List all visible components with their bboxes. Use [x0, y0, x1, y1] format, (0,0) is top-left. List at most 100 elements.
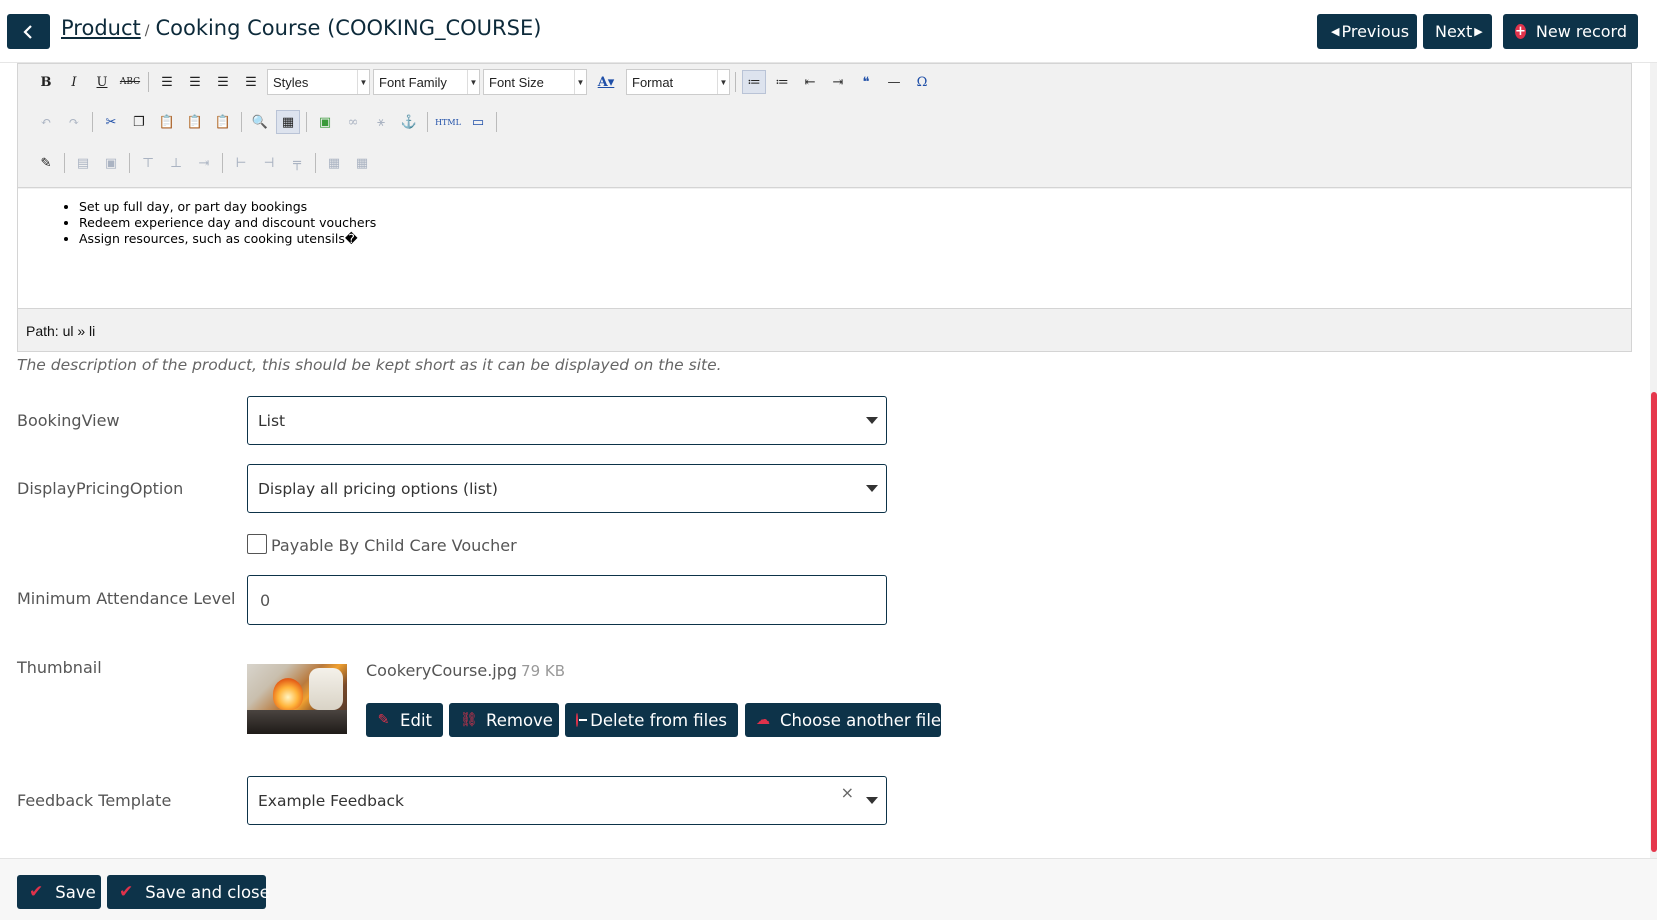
booking-view-select[interactable]: List: [247, 396, 887, 445]
toolbar-divider: [315, 153, 316, 173]
font-size-select[interactable]: Font Size ▼: [483, 69, 587, 95]
edit-thumbnail-button[interactable]: ✎ Edit: [366, 703, 443, 737]
format-select[interactable]: Format ▼: [626, 69, 730, 95]
align-justify-icon[interactable]: ☰: [239, 70, 263, 94]
numbered-list-icon[interactable]: ≔: [770, 70, 794, 94]
save-close-label: Save and close: [145, 882, 270, 902]
booking-view-value: List: [258, 412, 286, 430]
paste-icon[interactable]: 📋: [155, 110, 179, 134]
delete-col-icon[interactable]: ╤: [285, 151, 309, 175]
back-button[interactable]: [7, 14, 50, 49]
underline-icon[interactable]: U: [90, 70, 114, 94]
breadcrumb-product[interactable]: Product: [61, 16, 141, 40]
unlink-icon: ⛓: [460, 712, 478, 728]
display-pricing-select[interactable]: Display all pricing options (list): [247, 464, 887, 513]
font-family-select[interactable]: Font Family ▼: [373, 69, 480, 95]
caret-right-icon: ▶: [1474, 25, 1483, 38]
next-button[interactable]: Next ▶: [1423, 14, 1492, 49]
insert-row-after-icon[interactable]: ⊥: [164, 151, 188, 175]
feedback-template-value: Example Feedback: [258, 792, 404, 810]
child-care-voucher-checkbox[interactable]: [247, 534, 267, 554]
clear-icon[interactable]: ×: [841, 783, 854, 802]
cut-icon[interactable]: ✂: [99, 110, 123, 134]
scrollbar-thumb[interactable]: [1651, 392, 1657, 852]
italic-icon[interactable]: I: [62, 70, 86, 94]
editor-toolbar: B I U ABC ☰ ☰ ☰ ☰ Styles ▼ Font Family ▼ F…: [18, 64, 1631, 188]
split-cells-icon[interactable]: ▦: [322, 151, 346, 175]
editor-content[interactable]: Set up full day, or part day bookings Re…: [18, 189, 1631, 309]
insert-col-before-icon[interactable]: ⊢: [229, 151, 253, 175]
record-title: Cooking Course (COOKING_COURSE): [155, 16, 542, 40]
insert-col-after-icon[interactable]: ⊣: [257, 151, 281, 175]
html-source-icon[interactable]: HTML: [434, 110, 462, 134]
table-icon[interactable]: ▦: [276, 110, 300, 134]
table-cell-props-icon[interactable]: ▣: [99, 151, 123, 175]
fullscreen-icon[interactable]: ▭: [466, 110, 490, 134]
new-record-button[interactable]: + New record: [1503, 14, 1638, 49]
minus-circle-icon: [576, 713, 588, 727]
special-character-icon[interactable]: Ω: [910, 70, 934, 94]
page-header: Product / Cooking Course (COOKING_COURSE) …: [0, 0, 1657, 63]
toolbar-divider: [129, 153, 130, 173]
align-center-icon[interactable]: ☰: [183, 70, 207, 94]
find-replace-icon[interactable]: 🔍: [248, 110, 272, 134]
feedback-template-select[interactable]: Example Feedback ×: [247, 776, 887, 825]
previous-label: Previous: [1341, 22, 1410, 41]
chevron-down-icon: ▼: [574, 70, 586, 94]
strikethrough-icon[interactable]: ABC: [118, 70, 142, 94]
toolbar-divider: [92, 112, 93, 132]
styles-select[interactable]: Styles ▼: [267, 69, 370, 95]
page-title: Product / Cooking Course (COOKING_COURSE): [61, 16, 541, 40]
save-and-close-button[interactable]: ✔ Save and close: [107, 875, 270, 909]
thumbnail-filename: CookeryCourse.jpg 79 KB: [366, 661, 565, 680]
unlink-icon[interactable]: ⚹: [369, 110, 393, 134]
remove-thumbnail-button[interactable]: ⛓ Remove: [449, 703, 559, 737]
outdent-icon[interactable]: ⇤: [798, 70, 822, 94]
insert-row-before-icon[interactable]: ⊤: [136, 151, 160, 175]
blockquote-icon[interactable]: ❝: [854, 70, 878, 94]
edit-properties-icon[interactable]: ✎: [34, 151, 58, 175]
plus-circle-icon: +: [1515, 24, 1526, 39]
paste-text-icon[interactable]: 📋: [183, 110, 207, 134]
list-item: Set up full day, or part day bookings: [79, 199, 376, 215]
chevron-down-icon: [866, 417, 878, 424]
redo-icon[interactable]: ↷: [62, 110, 86, 134]
toolbar-divider: [427, 112, 428, 132]
copy-icon[interactable]: ❐: [127, 110, 151, 134]
delete-row-icon[interactable]: ⇥: [192, 151, 216, 175]
display-pricing-value: Display all pricing options (list): [258, 480, 498, 498]
toolbar-row-1: B I U ABC ☰ ☰ ☰ ☰ Styles ▼ Font Family ▼ F…: [34, 67, 938, 97]
list-item: Redeem experience day and discount vouch…: [79, 215, 376, 231]
list-item: Assign resources, such as cooking utensi…: [79, 231, 376, 247]
image-icon[interactable]: ▣: [313, 110, 337, 134]
save-button[interactable]: ✔ Save: [17, 875, 101, 909]
align-right-icon[interactable]: ☰: [211, 70, 235, 94]
toolbar-divider: [64, 153, 65, 173]
text-color-icon[interactable]: A▾: [590, 70, 622, 94]
previous-button[interactable]: ◀ Previous: [1317, 14, 1417, 49]
horizontal-rule-icon[interactable]: —: [882, 70, 906, 94]
min-attendance-label: Minimum Attendance Level: [17, 589, 236, 608]
min-attendance-input[interactable]: 0: [247, 575, 887, 625]
undo-icon[interactable]: ↶: [34, 110, 58, 134]
editor-path-bar: Path: ul » li: [26, 323, 96, 339]
align-left-icon[interactable]: ☰: [155, 70, 179, 94]
delete-from-files-button[interactable]: Delete from files: [565, 703, 738, 737]
toolbar-row-3: ✎ ▤ ▣ ⊤ ⊥ ⇥ ⊢ ⊣ ╤ ▦ ▦: [34, 148, 378, 178]
merge-cells-icon[interactable]: ▦: [350, 151, 374, 175]
remove-label: Remove: [486, 710, 553, 730]
table-row-props-icon[interactable]: ▤: [71, 151, 95, 175]
indent-icon[interactable]: ⇥: [826, 70, 850, 94]
paste-word-icon[interactable]: 📋: [211, 110, 235, 134]
choose-another-file-button[interactable]: ☁ Choose another file: [745, 703, 941, 737]
check-icon: ✔: [29, 882, 44, 902]
bullet-list-icon[interactable]: ≔: [742, 70, 766, 94]
font-size-label: Font Size: [489, 74, 544, 90]
thumbnail-filesize: 79 KB: [521, 662, 566, 680]
child-care-voucher-label[interactable]: Payable By Child Care Voucher: [271, 536, 517, 555]
chevron-down-icon: ▼: [717, 70, 729, 94]
bold-icon[interactable]: B: [34, 70, 58, 94]
breadcrumb-separator: /: [144, 23, 150, 39]
link-icon[interactable]: ∞: [341, 110, 365, 134]
anchor-icon[interactable]: ⚓: [397, 110, 421, 134]
